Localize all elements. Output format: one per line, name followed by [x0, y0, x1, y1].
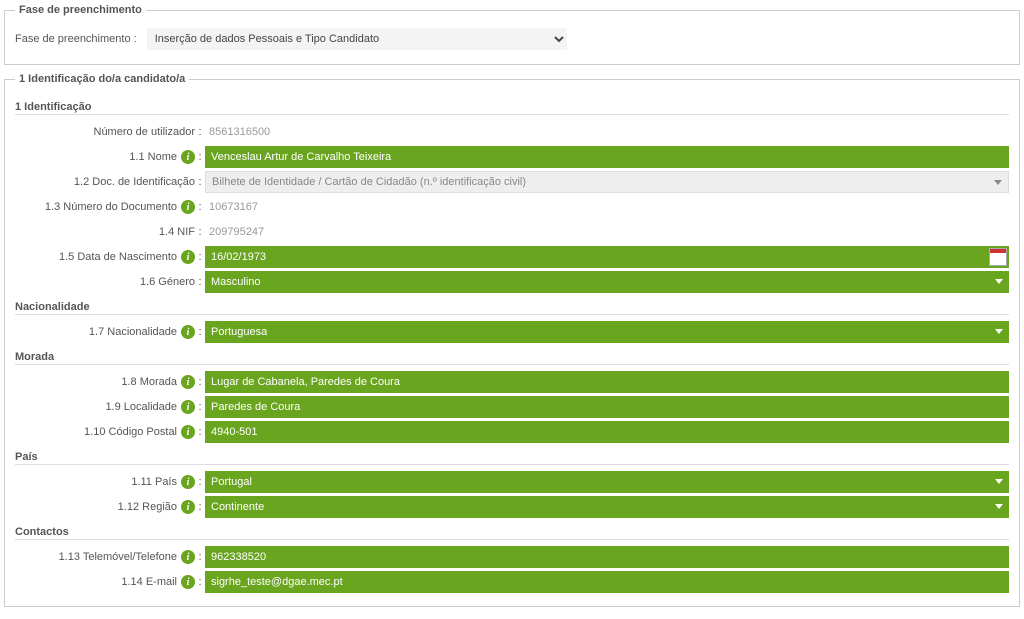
nif-value: 209795247	[205, 224, 1009, 240]
row-birthdate: 1.5 Data de Nascimentoi : 16/02/1973	[15, 246, 1009, 268]
nome-label: 1.1 Nome	[129, 151, 177, 163]
postal-code-label: 1.10 Código Postal	[84, 426, 177, 438]
nationality-label: 1.7 Nacionalidade	[89, 326, 177, 338]
row-nome: 1.1 Nomei : Venceslau Artur de Carvalho …	[15, 146, 1009, 168]
info-icon[interactable]: i	[181, 325, 195, 339]
address-input[interactable]: Lugar de Cabanela, Paredes de Coura	[205, 371, 1009, 393]
country-select[interactable]: Portugal	[205, 471, 1009, 493]
row-doc-number: 1.3 Número do Documentoi : 10673167	[15, 196, 1009, 218]
phone-input[interactable]: 962338520	[205, 546, 1009, 568]
identification-legend: 1 Identificação do/a candidato/a	[15, 73, 189, 85]
phase-label: Fase de preenchimento :	[15, 33, 137, 45]
address-label: 1.8 Morada	[121, 376, 177, 388]
phase-row: Fase de preenchimento : Inserção de dado…	[15, 24, 1009, 54]
row-address: 1.8 Moradai : Lugar de Cabanela, Paredes…	[15, 371, 1009, 393]
birthdate-label: 1.5 Data de Nascimento	[59, 251, 177, 263]
region-label: 1.12 Região	[118, 501, 177, 513]
nif-label: 1.4 NIF	[159, 226, 195, 238]
row-phone: 1.13 Telemóvel/Telefonei : 962338520	[15, 546, 1009, 568]
row-locality: 1.9 Localidadei : Paredes de Coura	[15, 396, 1009, 418]
info-icon[interactable]: i	[181, 375, 195, 389]
calendar-icon[interactable]	[989, 248, 1007, 266]
info-icon[interactable]: i	[181, 550, 195, 564]
info-icon[interactable]: i	[181, 575, 195, 589]
doc-id-label: 1.2 Doc. de Identificação	[74, 176, 195, 188]
row-nif: 1.4 NIF : 209795247	[15, 221, 1009, 243]
postal-code-input[interactable]: 4940-501	[205, 421, 1009, 443]
nationality-select[interactable]: Portuguesa	[205, 321, 1009, 343]
doc-number-value: 10673167	[205, 199, 1009, 215]
birthdate-input[interactable]: 16/02/1973	[205, 246, 1009, 268]
nome-input[interactable]: Venceslau Artur de Carvalho Teixeira	[205, 146, 1009, 168]
phase-legend: Fase de preenchimento	[15, 4, 146, 16]
nationality-header: Nacionalidade	[15, 301, 1009, 315]
region-select[interactable]: Continente	[205, 496, 1009, 518]
row-email: 1.14 E-maili : sigrhe_teste@dgae.mec.pt	[15, 571, 1009, 593]
email-label: 1.14 E-mail	[121, 576, 177, 588]
info-icon[interactable]: i	[181, 500, 195, 514]
row-user-number: Número de utilizador : 8561316500	[15, 121, 1009, 143]
email-input[interactable]: sigrhe_teste@dgae.mec.pt	[205, 571, 1009, 593]
phone-label: 1.13 Telemóvel/Telefone	[59, 551, 177, 563]
phase-select[interactable]: Inserção de dados Pessoais e Tipo Candid…	[147, 28, 567, 50]
contacts-header: Contactos	[15, 526, 1009, 540]
info-icon[interactable]: i	[181, 250, 195, 264]
row-doc-id: 1.2 Doc. de Identificação : Bilhete de I…	[15, 171, 1009, 193]
country-label: 1.11 País	[131, 476, 177, 488]
locality-input[interactable]: Paredes de Coura	[205, 396, 1009, 418]
doc-number-label: 1.3 Número do Documento	[45, 201, 177, 213]
row-postal-code: 1.10 Código Postali : 4940-501	[15, 421, 1009, 443]
row-region: 1.12 Regiãoi : Continente	[15, 496, 1009, 518]
phase-fieldset: Fase de preenchimento Fase de preenchime…	[4, 4, 1020, 65]
row-gender: 1.6 Género : Masculino	[15, 271, 1009, 293]
info-icon[interactable]: i	[181, 150, 195, 164]
doc-id-select[interactable]: Bilhete de Identidade / Cartão de Cidadã…	[205, 171, 1009, 193]
row-nationality: 1.7 Nacionalidadei : Portuguesa	[15, 321, 1009, 343]
gender-select[interactable]: Masculino	[205, 271, 1009, 293]
info-icon[interactable]: i	[181, 200, 195, 214]
info-icon[interactable]: i	[181, 425, 195, 439]
info-icon[interactable]: i	[181, 475, 195, 489]
address-header: Morada	[15, 351, 1009, 365]
identification-fieldset: 1 Identificação do/a candidato/a 1 Ident…	[4, 73, 1020, 607]
identification-header: 1 Identificação	[15, 101, 1009, 115]
gender-label: 1.6 Género	[140, 276, 195, 288]
user-number-value: 8561316500	[205, 124, 1009, 140]
country-header: País	[15, 451, 1009, 465]
info-icon[interactable]: i	[181, 400, 195, 414]
locality-label: 1.9 Localidade	[105, 401, 177, 413]
user-number-label: Número de utilizador	[94, 126, 196, 138]
row-country: 1.11 Paísi : Portugal	[15, 471, 1009, 493]
